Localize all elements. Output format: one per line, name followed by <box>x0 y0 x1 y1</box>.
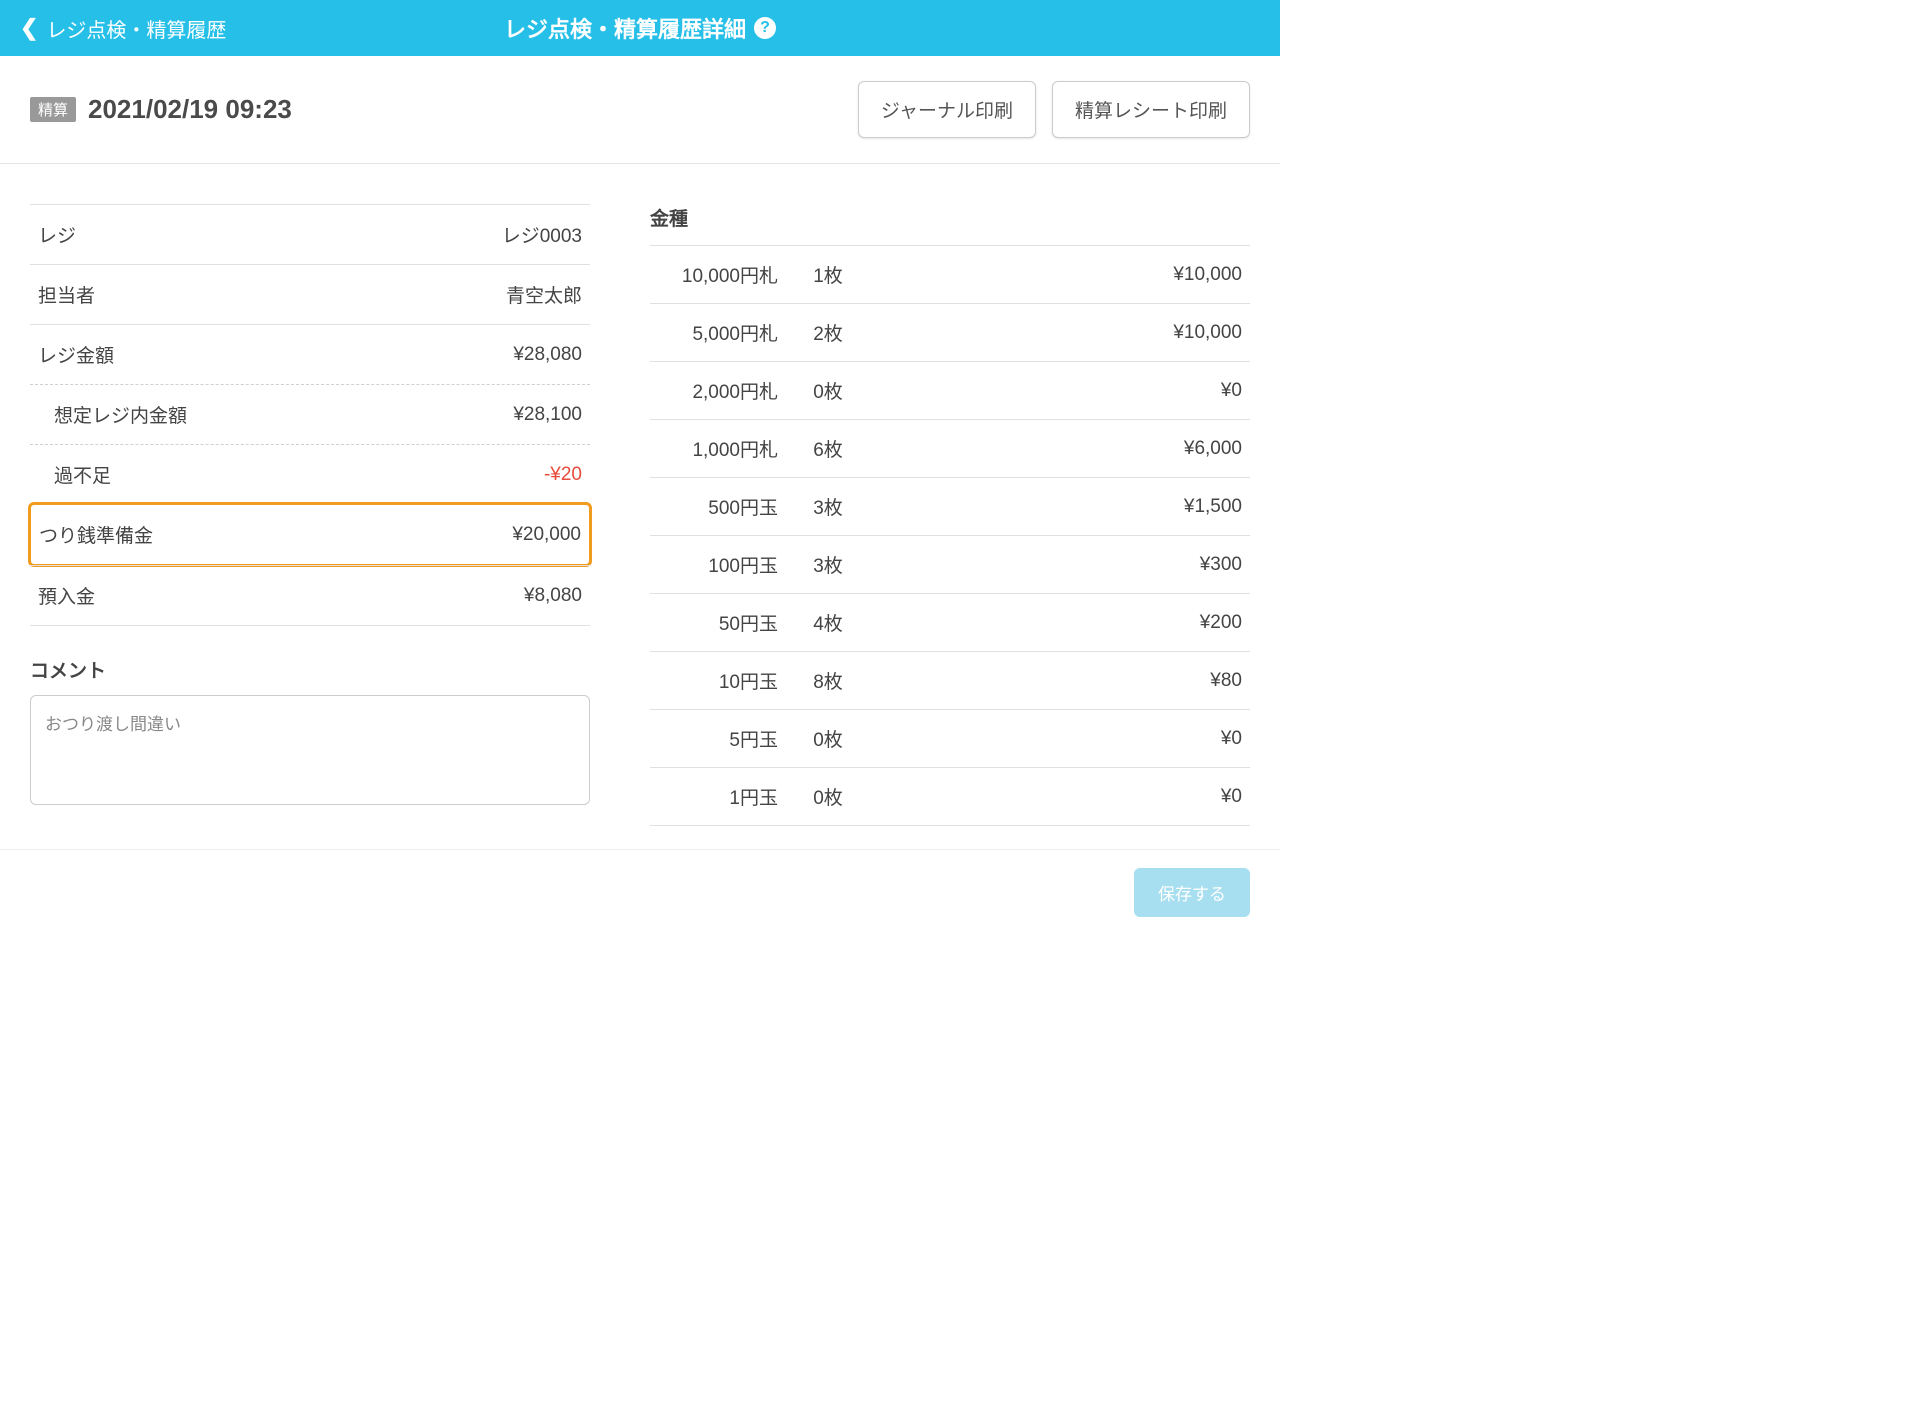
denom-count: 2枚 <box>778 319 878 346</box>
page-title: レジ点検・精算履歴詳細 ? <box>504 12 776 44</box>
header-bar: ❮ レジ点検・精算履歴 レジ点検・精算履歴詳細 ? <box>0 0 1280 56</box>
denom-row: 1,000円札 6枚 ¥6,000 <box>650 419 1250 477</box>
denom-count: 0枚 <box>778 783 878 810</box>
comment-section: コメント <box>30 656 590 810</box>
denom-amount: ¥0 <box>878 728 1242 750</box>
change-fund-label: つり銭準備金 <box>39 521 153 548</box>
denom-amount: ¥300 <box>878 554 1242 576</box>
denom-count: 0枚 <box>778 725 878 752</box>
denom-row: 500円玉 3枚 ¥1,500 <box>650 477 1250 535</box>
denom-count: 8枚 <box>778 667 878 694</box>
denom-row: 2,000円札 0枚 ¥0 <box>650 361 1250 419</box>
chevron-left-icon: ❮ <box>20 15 38 41</box>
staff-value: 青空太郎 <box>506 281 582 308</box>
denom-title: 金種 <box>650 204 1250 245</box>
denom-table: 10,000円札 1枚 ¥10,000 5,000円札 2枚 ¥10,000 2… <box>650 245 1250 826</box>
comment-label: コメント <box>30 656 590 683</box>
denom-count: 1枚 <box>778 261 878 288</box>
denom-amount: ¥0 <box>878 786 1242 808</box>
right-panel: 金種 10,000円札 1枚 ¥10,000 5,000円札 2枚 ¥10,00… <box>650 204 1250 826</box>
denom-amount: ¥200 <box>878 612 1242 634</box>
denom-amount: ¥1,500 <box>878 496 1242 518</box>
expected-value: ¥28,100 <box>513 404 582 426</box>
info-row-register-amount: レジ金額 ¥28,080 <box>30 324 590 384</box>
denom-name: 100円玉 <box>658 551 778 578</box>
denom-count: 3枚 <box>778 551 878 578</box>
staff-label: 担当者 <box>38 281 95 308</box>
denom-row: 50円玉 4枚 ¥200 <box>650 593 1250 651</box>
info-row-change-fund: つり銭準備金 ¥20,000 <box>28 502 592 567</box>
deposit-label: 預入金 <box>38 582 95 609</box>
denom-name: 5,000円札 <box>658 319 778 346</box>
change-fund-value: ¥20,000 <box>512 524 581 546</box>
save-button[interactable]: 保存する <box>1134 868 1250 917</box>
subheader-right: ジャーナル印刷 精算レシート印刷 <box>858 81 1250 138</box>
denom-amount: ¥80 <box>878 670 1242 692</box>
comment-input[interactable] <box>30 695 590 805</box>
denom-row: 5円玉 0枚 ¥0 <box>650 709 1250 767</box>
diff-value: -¥20 <box>544 464 582 486</box>
denom-count: 3枚 <box>778 493 878 520</box>
register-amount-value: ¥28,080 <box>513 344 582 366</box>
denom-row: 5,000円札 2枚 ¥10,000 <box>650 303 1250 361</box>
subheader-left: 精算 2021/02/19 09:23 <box>30 94 292 125</box>
page-title-text: レジ点検・精算履歴詳細 <box>504 12 746 44</box>
denom-name: 10,000円札 <box>658 261 778 288</box>
info-row-expected: 想定レジ内金額 ¥28,100 <box>30 384 590 444</box>
info-row-register: レジ レジ0003 <box>30 204 590 264</box>
register-label: レジ <box>38 221 76 248</box>
deposit-value: ¥8,080 <box>524 585 582 607</box>
settlement-badge: 精算 <box>30 97 76 122</box>
left-panel: レジ レジ0003 担当者 青空太郎 レジ金額 ¥28,080 想定レジ内金額 … <box>30 204 590 826</box>
info-table: レジ レジ0003 担当者 青空太郎 レジ金額 ¥28,080 想定レジ内金額 … <box>30 204 590 626</box>
denom-name: 1円玉 <box>658 783 778 810</box>
denom-amount: ¥10,000 <box>878 322 1242 344</box>
denom-row: 100円玉 3枚 ¥300 <box>650 535 1250 593</box>
expected-label: 想定レジ内金額 <box>54 401 187 428</box>
journal-print-button[interactable]: ジャーナル印刷 <box>858 81 1036 138</box>
denom-name: 10円玉 <box>658 667 778 694</box>
timestamp: 2021/02/19 09:23 <box>88 94 292 125</box>
footer: 保存する <box>0 849 1280 935</box>
subheader: 精算 2021/02/19 09:23 ジャーナル印刷 精算レシート印刷 <box>0 56 1280 164</box>
denom-name: 1,000円札 <box>658 435 778 462</box>
denom-name: 50円玉 <box>658 609 778 636</box>
info-row-diff: 過不足 -¥20 <box>30 444 590 504</box>
back-label: レジ点検・精算履歴 <box>46 14 226 43</box>
denom-row: 1円玉 0枚 ¥0 <box>650 767 1250 826</box>
denom-row: 10,000円札 1枚 ¥10,000 <box>650 245 1250 303</box>
denom-count: 0枚 <box>778 377 878 404</box>
denom-name: 5円玉 <box>658 725 778 752</box>
info-row-deposit: 預入金 ¥8,080 <box>30 565 590 626</box>
info-row-staff: 担当者 青空太郎 <box>30 264 590 324</box>
denom-count: 4枚 <box>778 609 878 636</box>
diff-label: 過不足 <box>54 461 111 488</box>
register-amount-label: レジ金額 <box>38 341 114 368</box>
help-icon[interactable]: ? <box>754 17 776 39</box>
denom-row: 10円玉 8枚 ¥80 <box>650 651 1250 709</box>
denom-count: 6枚 <box>778 435 878 462</box>
back-button[interactable]: ❮ レジ点検・精算履歴 <box>20 14 226 43</box>
denom-amount: ¥0 <box>878 380 1242 402</box>
receipt-print-button[interactable]: 精算レシート印刷 <box>1052 81 1250 138</box>
content: レジ レジ0003 担当者 青空太郎 レジ金額 ¥28,080 想定レジ内金額 … <box>0 164 1280 846</box>
denom-amount: ¥10,000 <box>878 264 1242 286</box>
denom-amount: ¥6,000 <box>878 438 1242 460</box>
denom-name: 500円玉 <box>658 493 778 520</box>
denom-name: 2,000円札 <box>658 377 778 404</box>
register-value: レジ0003 <box>502 221 582 248</box>
